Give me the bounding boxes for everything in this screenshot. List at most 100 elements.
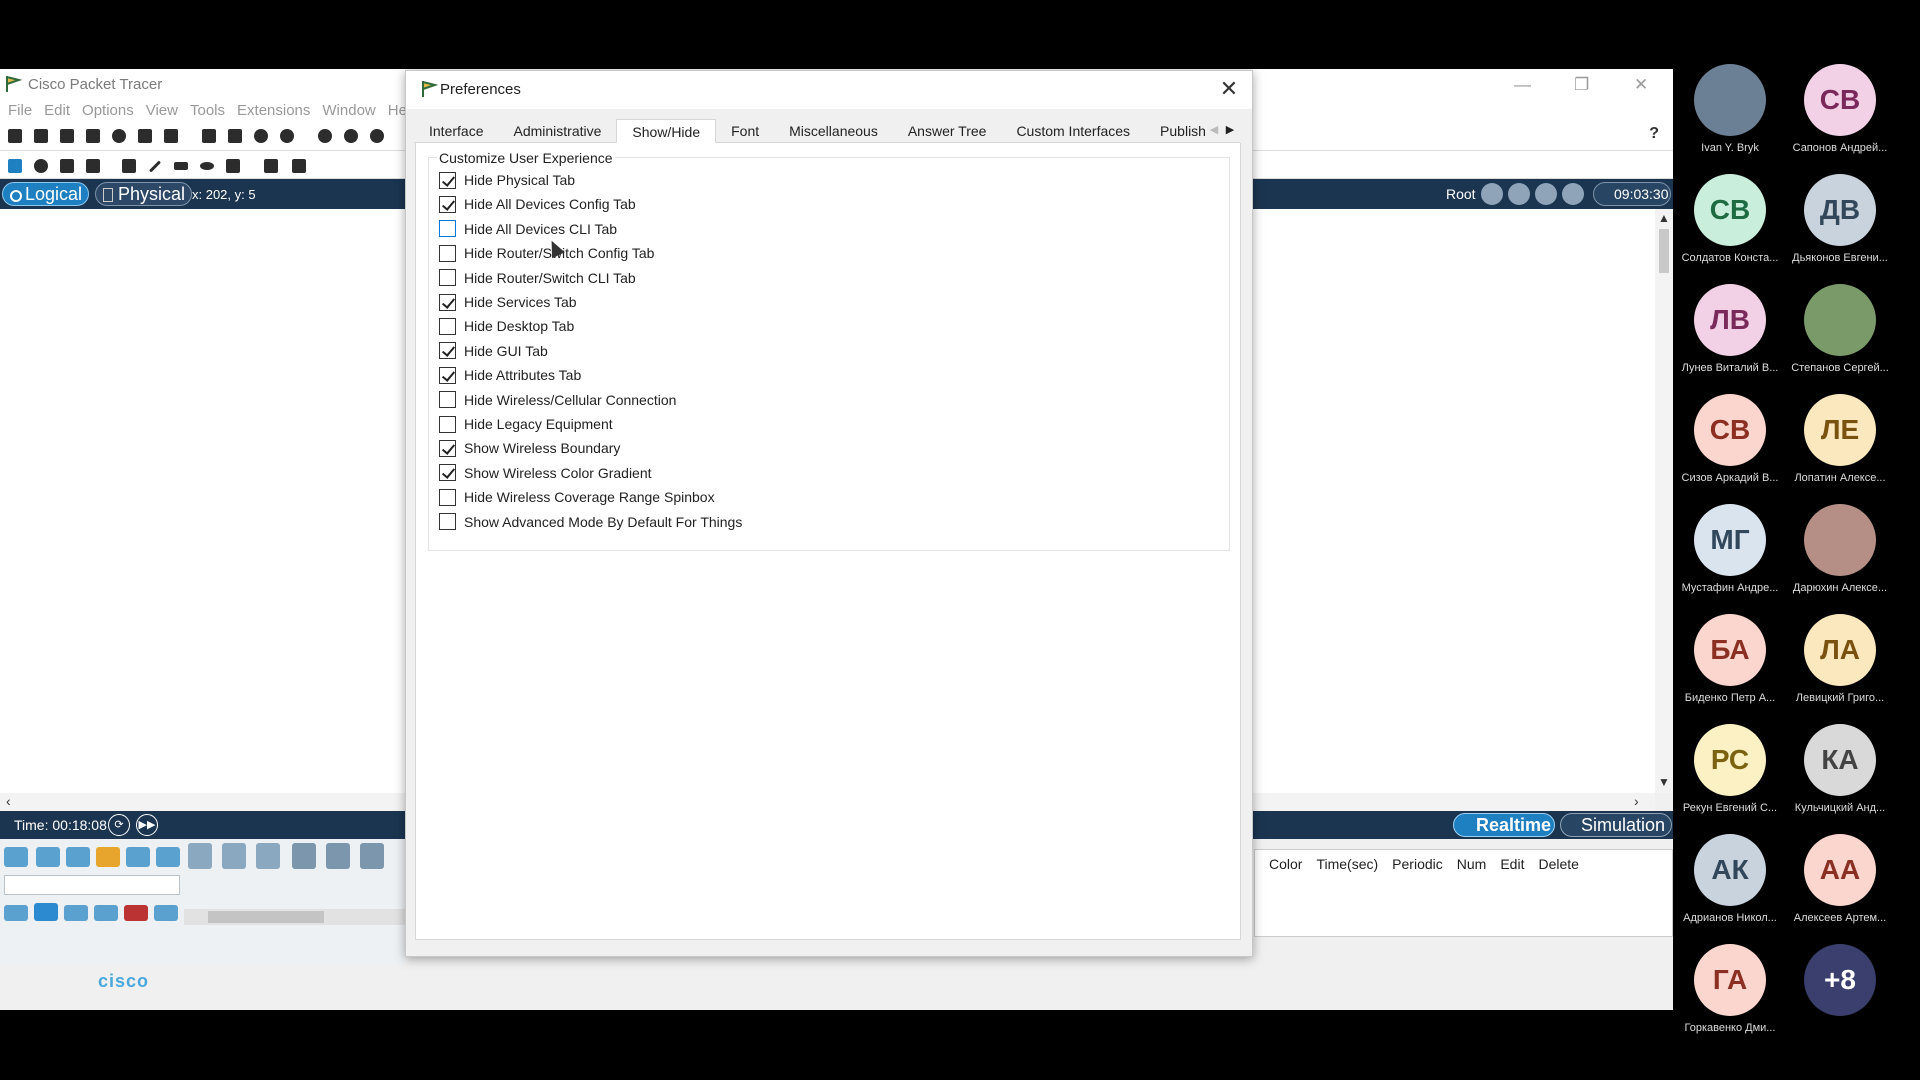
participant-tile[interactable]: Ivan Y. Bryk (1675, 64, 1785, 164)
option-checkbox[interactable] (439, 513, 456, 531)
zoom-reset-icon[interactable] (342, 127, 360, 145)
draw-rectangle-icon[interactable] (172, 157, 190, 175)
help-icon[interactable]: ? (1649, 125, 1659, 143)
zoom-in-icon[interactable] (316, 127, 334, 145)
add-simple-pdu-icon[interactable] (262, 157, 280, 175)
tab-show-hide[interactable]: Show/Hide (616, 119, 717, 143)
participant-tile[interactable]: ДВ Дьяконов Евгени... (1785, 174, 1895, 274)
redo-icon[interactable] (278, 127, 296, 145)
viewport-clock[interactable]: 09:03:30 (1593, 182, 1671, 206)
power-cycle-icon[interactable]: ⟳ (108, 814, 130, 836)
freeform-icon[interactable] (224, 157, 242, 175)
paste-icon[interactable] (226, 127, 244, 145)
fast-forward-icon[interactable]: ▶▶ (136, 814, 158, 836)
option-checkbox[interactable] (439, 415, 456, 433)
open-folder-icon[interactable] (32, 127, 50, 145)
participant-tile[interactable]: СВ Сапонов Андрей... (1785, 64, 1895, 164)
menu-view[interactable]: View (146, 102, 178, 119)
participant-tile[interactable]: АК Адрианов Никол... (1675, 834, 1785, 934)
menu-window[interactable]: Window (322, 102, 375, 119)
connections-icon[interactable] (96, 847, 120, 867)
pt-empty-switch-icon[interactable] (256, 843, 280, 869)
menu-options[interactable]: Options (82, 102, 134, 119)
switch-3650-icon[interactable] (326, 843, 350, 869)
select-icon[interactable] (6, 157, 24, 175)
participant-tile[interactable]: МГ Мустафин Андре... (1675, 504, 1785, 604)
menu-edit[interactable]: Edit (44, 102, 70, 119)
option-row[interactable]: Hide GUI Tab (439, 341, 548, 361)
option-row[interactable]: Hide Wireless Coverage Range Spinbox (439, 487, 715, 507)
tab-font[interactable]: Font (716, 119, 774, 143)
participant-tile[interactable]: КА Кульчицкий Анд... (1785, 724, 1895, 824)
scrollbar-thumb[interactable] (208, 911, 324, 923)
place-note-icon[interactable] (120, 157, 138, 175)
end-devices-icon[interactable] (36, 847, 60, 867)
option-row[interactable]: Show Wireless Boundary (439, 438, 620, 458)
switches-icon[interactable] (34, 903, 58, 921)
menu-file[interactable]: File (8, 102, 32, 119)
tab-miscellaneous[interactable]: Miscellaneous (774, 119, 893, 143)
delete-icon[interactable] (58, 157, 76, 175)
participant-tile[interactable]: ГА Горкавенко Дми... (1675, 944, 1785, 1044)
realtime-mode-button[interactable]: Realtime (1453, 813, 1555, 837)
security-icon[interactable] (124, 905, 148, 921)
network-info-icon[interactable] (136, 127, 154, 145)
scroll-right-icon[interactable]: › (1634, 793, 1639, 809)
participant-tile[interactable]: РС Рекун Евгений С... (1675, 724, 1785, 824)
option-row[interactable]: Hide All Devices CLI Tab (439, 219, 617, 239)
simulation-mode-button[interactable]: Simulation (1560, 813, 1672, 837)
option-checkbox[interactable] (439, 244, 456, 262)
participant-tile[interactable]: ЛЕ Лопатин Алексе... (1785, 394, 1895, 494)
scroll-up-icon[interactable]: ▲ (1658, 211, 1670, 225)
option-row[interactable]: Show Wireless Color Gradient (439, 463, 652, 483)
participant-tile[interactable]: ЛВ Лунев Виталий В... (1675, 284, 1785, 384)
draw-ellipse-icon[interactable] (198, 157, 216, 175)
move-object-icon[interactable] (1535, 183, 1557, 205)
multiuser-icon[interactable] (156, 847, 180, 867)
option-row[interactable]: Hide Wireless/Cellular Connection (439, 390, 676, 410)
misc-icon[interactable] (126, 847, 150, 867)
logical-mode-button[interactable]: Logical (2, 182, 90, 206)
activity-wizard-icon[interactable] (162, 127, 180, 145)
option-row[interactable]: Show Advanced Mode By Default For Things (439, 512, 742, 532)
option-checkbox[interactable] (439, 488, 456, 506)
option-row[interactable]: Hide Physical Tab (439, 170, 575, 190)
pt-switch-icon[interactable] (222, 843, 246, 869)
cluster-icon[interactable] (1508, 183, 1530, 205)
tab-scroll-left-icon[interactable]: ◀ (1206, 119, 1222, 141)
restore-icon[interactable]: ❐ (1574, 75, 1589, 95)
option-row[interactable]: Hide Services Tab (439, 292, 577, 312)
option-row[interactable]: Hide Legacy Equipment (439, 414, 613, 434)
close-icon[interactable]: ✕ (1216, 76, 1242, 102)
add-complex-pdu-icon[interactable] (290, 157, 308, 175)
option-checkbox[interactable] (439, 293, 456, 311)
inspect-icon[interactable] (32, 157, 50, 175)
option-checkbox[interactable] (439, 366, 456, 384)
device-search-input[interactable] (4, 875, 180, 895)
option-row[interactable]: Hide All Devices Config Tab (439, 194, 636, 214)
tab-administrative[interactable]: Administrative (498, 119, 616, 143)
menu-tools[interactable]: Tools (190, 102, 225, 119)
option-row[interactable]: Hide Desktop Tab (439, 316, 574, 336)
participant-tile[interactable]: +8 (1785, 944, 1895, 1044)
scroll-left-icon[interactable]: ‹ (6, 793, 11, 809)
option-checkbox[interactable] (439, 391, 456, 409)
option-row[interactable]: Hide Attributes Tab (439, 365, 581, 385)
participant-tile[interactable]: СВ Сизов Аркадий В... (1675, 394, 1785, 494)
participant-tile[interactable]: БА Биденко Петр А... (1675, 614, 1785, 714)
minimize-icon[interactable]: — (1514, 75, 1531, 95)
option-row[interactable]: Hide Router/Switch CLI Tab (439, 268, 636, 288)
undo-icon[interactable] (252, 127, 270, 145)
participant-tile[interactable]: Дарюхин Алексе... (1785, 504, 1895, 604)
scroll-down-icon[interactable]: ▼ (1658, 775, 1670, 789)
hubs-icon[interactable] (64, 905, 88, 921)
set-background-icon[interactable] (1562, 183, 1584, 205)
save-icon[interactable] (58, 127, 76, 145)
tab-interface[interactable]: Interface (414, 119, 498, 143)
tab-answer-tree[interactable]: Answer Tree (893, 119, 1002, 143)
menu-extensions[interactable]: Extensions (237, 102, 310, 119)
physical-mode-button[interactable]: Physical (95, 182, 193, 206)
close-window-icon[interactable]: ✕ (1634, 75, 1648, 95)
ie-2000-icon[interactable] (360, 843, 384, 869)
option-checkbox[interactable] (439, 171, 456, 189)
